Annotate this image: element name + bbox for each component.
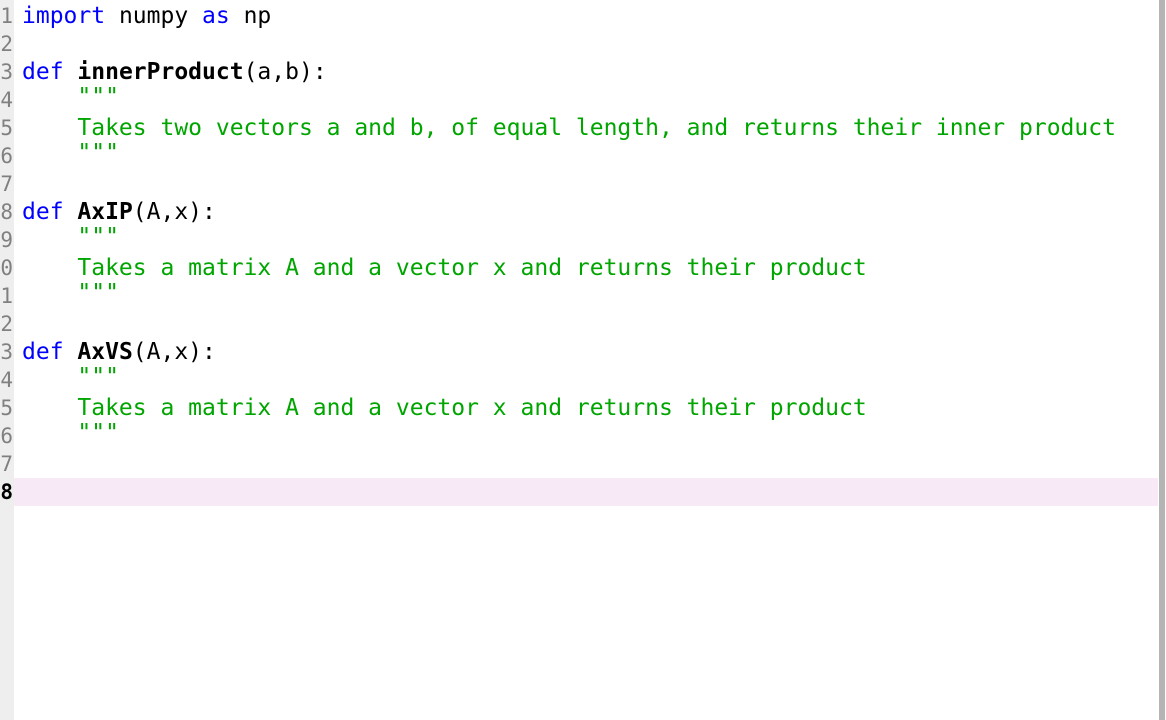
line-number: 17 <box>0 450 14 478</box>
code-line[interactable]: Takes a matrix A and a vector x and retu… <box>14 394 1166 422</box>
code-token-plain: (A,x): <box>132 339 216 365</box>
line-number-text: 6 <box>0 144 13 168</box>
code-line[interactable] <box>14 310 1166 338</box>
code-token-plain: (A,x): <box>132 199 216 225</box>
code-line[interactable]: """ <box>14 419 1166 450</box>
code-token-string: """ <box>22 140 119 166</box>
line-number: 12 <box>0 310 14 338</box>
line-number: 15 <box>0 394 14 422</box>
line-number-text: 11 <box>0 284 13 308</box>
line-number: 16 <box>0 422 14 450</box>
code-token-keyword: import <box>22 3 106 29</box>
line-number-text: 16 <box>0 424 13 448</box>
code-token-function: AxVS <box>77 339 133 365</box>
code-line-content: Takes a matrix A and a vector x and retu… <box>22 254 867 282</box>
line-number: 5 <box>0 114 14 142</box>
line-number-text: 10 <box>0 256 13 280</box>
code-line-content: def AxIP(A,x): <box>22 198 216 226</box>
code-line-content: """ <box>22 419 119 447</box>
line-number-text: 7 <box>0 172 13 196</box>
line-number-text: 8 <box>0 200 13 224</box>
code-line-active[interactable] <box>14 478 1166 506</box>
line-number-text: 15 <box>0 396 13 420</box>
code-line[interactable]: """ <box>14 363 1166 394</box>
code-line[interactable]: """ <box>14 223 1166 254</box>
code-line[interactable]: def innerProduct(a,b): <box>14 58 1166 86</box>
code-token-keyword: def <box>22 199 64 225</box>
code-line-content: Takes two vectors a and b, of equal leng… <box>22 114 1116 142</box>
code-line-content: import numpy as np <box>22 2 271 30</box>
line-number-gutter: 123456789101112131415161718 <box>0 0 14 720</box>
code-line-content: def innerProduct(a,b): <box>22 58 327 86</box>
code-token-string: Takes two vectors a and b, of equal leng… <box>22 115 1116 141</box>
line-number: 14 <box>0 366 14 394</box>
line-number-text: 17 <box>0 452 13 476</box>
code-line-content: Takes a matrix A and a vector x and retu… <box>22 394 867 422</box>
vertical-scrollbar-thumb[interactable] <box>1159 0 1165 720</box>
line-number: 2 <box>0 30 14 58</box>
line-number: 11 <box>0 282 14 310</box>
code-line[interactable] <box>14 450 1166 478</box>
line-number-text: 13 <box>0 340 13 364</box>
code-token-plain: np <box>229 3 272 29</box>
code-line[interactable]: """ <box>14 139 1166 170</box>
code-line-content: """ <box>22 279 119 307</box>
vertical-scrollbar-track[interactable] <box>1158 0 1166 720</box>
line-number-text: 2 <box>0 32 13 56</box>
line-number: 10 <box>0 254 14 282</box>
code-token-plain: (a,b): <box>243 59 327 85</box>
code-line[interactable] <box>14 30 1166 58</box>
line-number-text: 1 <box>0 4 13 28</box>
code-token-function: innerProduct <box>77 59 244 85</box>
code-token-string: """ <box>22 84 119 110</box>
code-line[interactable]: def AxIP(A,x): <box>14 198 1166 226</box>
line-number: 4 <box>0 86 14 114</box>
line-number: 9 <box>0 226 14 254</box>
code-line[interactable]: """ <box>14 279 1166 310</box>
code-text-area[interactable]: import numpy as np def innerProduct(a,b):… <box>14 0 1166 720</box>
code-line[interactable]: """ <box>14 83 1166 114</box>
code-line[interactable]: Takes a matrix A and a vector x and retu… <box>14 254 1166 282</box>
line-number-text: 4 <box>0 88 13 112</box>
line-number: 7 <box>0 170 14 198</box>
code-editor[interactable]: 123456789101112131415161718 import numpy… <box>0 0 1166 720</box>
code-token-function: AxIP <box>77 199 133 225</box>
code-token-string: """ <box>22 364 119 390</box>
code-line-content: """ <box>22 139 119 167</box>
code-token-string: """ <box>22 420 119 446</box>
code-token-keyword: as <box>202 3 230 29</box>
code-line[interactable]: def AxVS(A,x): <box>14 338 1166 366</box>
code-line-content: """ <box>22 223 119 251</box>
code-token-plain: numpy <box>105 3 203 29</box>
code-line[interactable] <box>14 170 1166 198</box>
line-number: 6 <box>0 142 14 170</box>
code-line-content: """ <box>22 83 119 111</box>
line-number-text: 9 <box>0 228 13 252</box>
code-token-string: Takes a matrix A and a vector x and retu… <box>22 255 867 281</box>
line-number-text: 5 <box>0 116 13 140</box>
code-line[interactable]: import numpy as np <box>14 2 1166 30</box>
code-token-string: """ <box>22 280 119 306</box>
line-number-text: 14 <box>0 368 13 392</box>
code-token-string: Takes a matrix A and a vector x and retu… <box>22 395 867 421</box>
line-number: 1 <box>0 2 14 30</box>
line-number: 8 <box>0 198 14 226</box>
line-number: 3 <box>0 58 14 86</box>
code-line-content: """ <box>22 363 119 391</box>
line-number-text: 12 <box>0 312 13 336</box>
code-token-string: """ <box>22 224 119 250</box>
code-line-content: def AxVS(A,x): <box>22 338 216 366</box>
code-line[interactable]: Takes two vectors a and b, of equal leng… <box>14 114 1166 142</box>
code-token-keyword: def <box>22 59 64 85</box>
line-number: 18 <box>0 478 14 506</box>
code-token-keyword: def <box>22 339 64 365</box>
line-number: 13 <box>0 338 14 366</box>
line-number-text: 3 <box>0 60 13 84</box>
line-number-text: 18 <box>0 480 13 504</box>
